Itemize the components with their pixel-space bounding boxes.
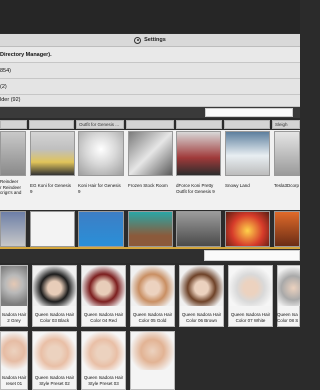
product-thumbnail[interactable] <box>128 131 173 176</box>
column-header <box>126 120 174 129</box>
hair-thumbnail[interactable] <box>278 266 300 306</box>
product-thumbnail[interactable] <box>78 211 124 247</box>
hair-label: Queen Isadora Hair Style Preset 02 <box>34 375 75 386</box>
hair-label: Queen Isadora Hair Style Preset 03 <box>83 375 124 386</box>
hair-thumbnail[interactable] <box>229 266 272 306</box>
product-thumbnail[interactable] <box>274 211 300 247</box>
hair-thumbnail[interactable] <box>82 266 125 306</box>
hair-thumbnail[interactable] <box>131 332 174 370</box>
product-thumbnail[interactable] <box>274 131 300 176</box>
product-label: EG Koni for Genesis 9 <box>30 183 72 194</box>
product-label: Frozen Stock Room <box>128 183 168 188</box>
hair-thumbnail[interactable] <box>1 266 27 306</box>
hair-label: Queen Isadora Hair Color 07 White <box>230 312 271 323</box>
product-label: Koni Hair for Genesis 9 <box>78 183 121 194</box>
filter-input[interactable] <box>204 250 300 261</box>
product-label: Reindeer r Reindeer crigs's and <box>0 179 22 195</box>
hair-label: Queen Isadora Hair Color 05 Gold <box>132 312 173 323</box>
product-label: Tesla3Dcorp <box>274 183 300 188</box>
hair-label: Queen Isadora Hair Color 06 Brown <box>181 312 222 323</box>
product-thumbnail[interactable] <box>30 131 75 176</box>
gear-icon <box>134 36 142 44</box>
column-header <box>0 120 27 129</box>
column-header <box>29 120 74 129</box>
column-header <box>224 120 270 129</box>
hair-thumbnail[interactable] <box>82 332 125 370</box>
list-item[interactable]: lder (92) <box>0 95 300 107</box>
product-thumbnail[interactable] <box>176 211 221 247</box>
list-item-label: 854) <box>0 68 12 74</box>
column-header: Outfit for Genesis ... <box>76 120 124 129</box>
hair-thumbnail[interactable] <box>180 266 223 306</box>
list-item-label: lder (92) <box>0 97 21 103</box>
content-directory-list: Directory Manager). 854) (2) lder (92) <box>0 47 300 107</box>
product-thumbnail[interactable] <box>128 211 173 247</box>
product-label: dForce Koni Pretty Outfit for Genesis 9 <box>176 183 215 194</box>
product-thumbnail[interactable] <box>0 131 26 176</box>
product-thumbnail[interactable] <box>30 211 75 247</box>
column-header <box>176 120 222 129</box>
hair-label: Queen Isadora Hair Color 04 Red <box>83 312 124 323</box>
list-item[interactable]: Directory Manager). <box>0 47 300 63</box>
hair-thumbnail[interactable] <box>131 266 174 306</box>
hair-thumbnail[interactable] <box>33 266 76 306</box>
hair-label: Queen Isadora Hair Color 03 Black <box>34 312 75 323</box>
hair-label: Queen Isa Color 08 S <box>277 312 299 323</box>
list-item-label: Directory Manager). <box>0 52 52 58</box>
list-item-label: (2) <box>0 84 7 90</box>
product-thumbnail[interactable] <box>0 211 26 247</box>
list-item[interactable]: (2) <box>0 79 300 95</box>
product-label: Snowy Land <box>225 183 250 188</box>
hair-label: Isadora Hair 2 Grey <box>1 312 27 323</box>
product-thumbnail[interactable] <box>225 131 270 176</box>
list-item[interactable]: 854) <box>0 63 300 79</box>
hair-label: Isadora Hair reset 01 <box>1 375 27 386</box>
settings-button[interactable]: Settings <box>0 34 300 47</box>
product-thumbnail[interactable] <box>225 211 270 247</box>
product-thumbnail[interactable] <box>78 131 124 176</box>
settings-label: Settings <box>144 37 166 43</box>
product-thumbnail[interactable] <box>176 131 221 176</box>
column-header: Sleigh <box>272 120 300 129</box>
hair-thumbnail[interactable] <box>1 332 27 370</box>
top-toolbar <box>0 0 300 33</box>
hair-thumbnail[interactable] <box>33 332 76 370</box>
search-input[interactable] <box>205 108 293 117</box>
